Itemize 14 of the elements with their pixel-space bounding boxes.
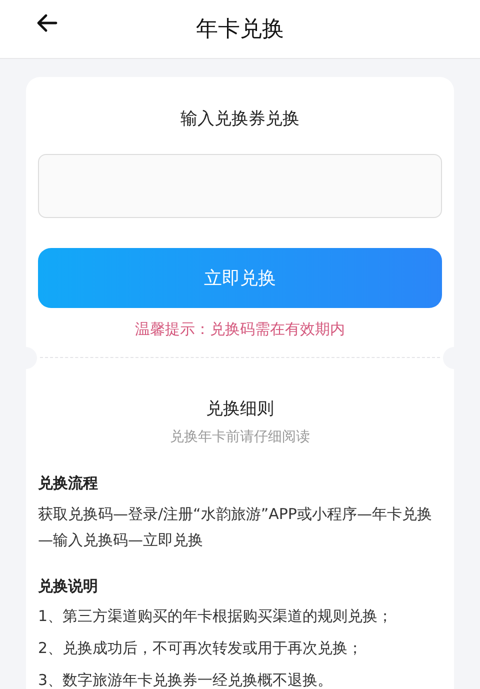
tip-text: 温馨提示：兑换码需在有效期内 (135, 320, 345, 339)
rules-title: 兑换细则 (205, 398, 275, 420)
paragraph: 获取兑换码—登录/注册“水韵旅游”APP或小程序—年卡兑换—输入兑换码—立即兑换 (38, 504, 433, 551)
page-title: 年卡兑换 (196, 16, 284, 44)
redeem-heading: 输入兑换券兑换 (180, 108, 300, 130)
list-item: 2、兑换成功后，不可再次转发或用于再次兑换； (38, 638, 364, 659)
list-item: 3、数字旅游年卡兑换券一经兑换概不退换。 (38, 670, 334, 689)
section-heading: 兑换流程 (38, 474, 99, 493)
rules-subtitle: 兑换年卡前请仔细阅读 (169, 428, 311, 446)
section-heading: 兑换说明 (38, 577, 99, 596)
redeem-button[interactable]: 立即兑换 (38, 248, 442, 308)
code-input-field[interactable] (38, 154, 442, 218)
list-item: 1、第三方渠道购买的年卡根据购买渠道的规则兑换； (38, 606, 394, 627)
back-arrow-icon[interactable] (36, 12, 58, 34)
